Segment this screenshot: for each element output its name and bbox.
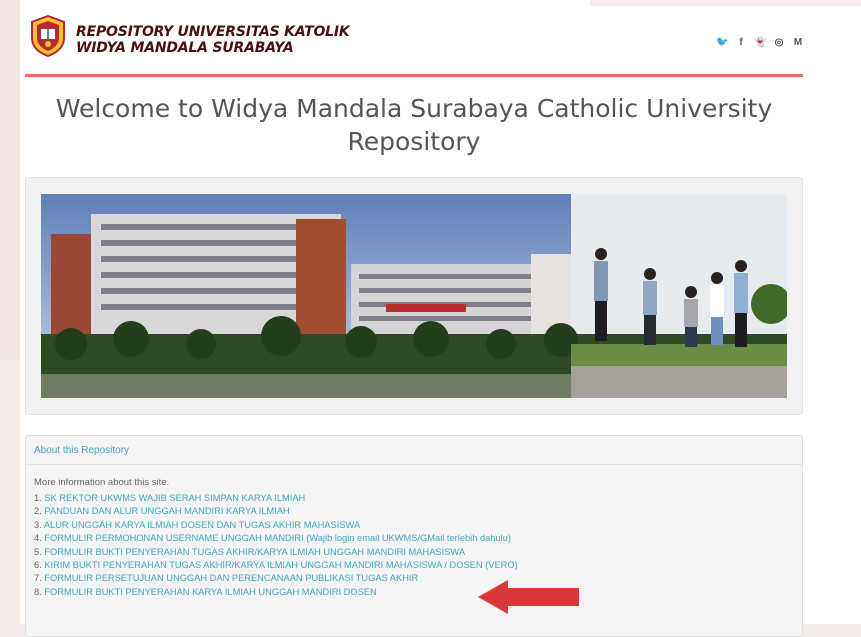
facebook-icon[interactable]: f	[735, 37, 747, 49]
list-item: 3. ALUR UNGGAH KARYA ILMIAH DOSEN DAN TU…	[34, 519, 518, 532]
twitter-icon[interactable]: 🐦	[716, 37, 728, 49]
background-panel	[0, 0, 20, 360]
link-formulir-bukti-dosen[interactable]: FORMULIR BUKTI PENYERAHAN KARYA ILMIAH U…	[44, 587, 376, 597]
about-title: About this Repository	[34, 445, 130, 456]
list-item: 5. FORMULIR BUKTI PENYERAHAN TUGAS AKHIR…	[34, 546, 518, 559]
snapchat-icon[interactable]: 👻	[754, 37, 766, 49]
header-divider	[25, 74, 803, 77]
about-intro: More information about this site.	[34, 477, 170, 488]
list-number: 1.	[34, 493, 42, 503]
list-number: 4.	[34, 533, 42, 544]
background-strip	[590, 0, 861, 6]
campus-banner-image	[41, 194, 787, 398]
link-formulir-bukti-mahasiswa[interactable]: FORMULIR BUKTI PENYERAHAN TUGAS AKHIR/KA…	[44, 547, 465, 557]
link-formulir-username[interactable]: FORMULIR PERMOHONAN USERNAME UNGGAH MAND…	[44, 533, 511, 543]
brand-line-1: REPOSITORY UNIVERSITAS KATOLIK	[76, 24, 350, 40]
site-brand[interactable]: REPOSITORY UNIVERSITAS KATOLIK WIDYA MAN…	[76, 24, 350, 56]
university-logo[interactable]	[28, 14, 68, 58]
list-number: 6.	[34, 560, 42, 571]
list-item: 7. FORMULIR PERSETUJUAN UNGGAH DAN PEREN…	[34, 572, 518, 585]
list-number: 5.	[34, 546, 42, 557]
link-panduan[interactable]: PANDUAN DAN ALUR UNGGAH MANDIRI KARYA IL…	[44, 506, 289, 516]
list-item: 6. KIRIM BUKTI PENYERAHAN TUGAS AKHIR/KA…	[34, 559, 518, 572]
list-item: 4. FORMULIR PERMOHONAN USERNAME UNGGAH M…	[34, 532, 518, 545]
link-formulir-persetujuan[interactable]: FORMULIR PERSETUJUAN UNGGAH DAN PERENCAN…	[44, 573, 418, 583]
link-sk-rektor[interactable]: SK REKTOR UKWMS WAJIB SERAH SIMPAN KARYA…	[44, 493, 305, 503]
page-title: Welcome to Widya Mandala Surabaya Cathol…	[25, 92, 803, 158]
pointer-arrow-icon	[478, 580, 579, 614]
instagram-icon[interactable]: ◎	[773, 37, 785, 49]
about-panel: About this Repository More information a…	[25, 435, 803, 637]
list-item: 1. SK REKTOR UKWMS WAJIB SERAH SIMPAN KA…	[34, 492, 518, 505]
list-number: 3.	[34, 519, 42, 530]
about-divider	[26, 464, 802, 465]
page-title-line-1: Welcome to Widya Mandala Surabaya Cathol…	[55, 94, 773, 123]
social-links: 🐦 f 👻 ◎ M	[716, 37, 804, 49]
list-number: 2.	[34, 506, 42, 517]
banner-panel	[25, 177, 803, 415]
link-alur-unggah[interactable]: ALUR UNGGAH KARYA ILMIAH DOSEN DAN TUGAS…	[44, 520, 360, 530]
list-item: 8. FORMULIR BUKTI PENYERAHAN KARYA ILMIA…	[34, 586, 518, 599]
medium-icon[interactable]: M	[792, 37, 804, 49]
list-item: 2. PANDUAN DAN ALUR UNGGAH MANDIRI KARYA…	[34, 505, 518, 518]
brand-line-2: WIDYA MANDALA SURABAYA	[76, 40, 294, 56]
page-title-line-2: Repository	[347, 127, 481, 156]
about-link-list: 1. SK REKTOR UKWMS WAJIB SERAH SIMPAN KA…	[34, 492, 518, 599]
list-number: 7.	[34, 573, 42, 584]
link-kirim-bukti[interactable]: KIRIM BUKTI PENYERAHAN TUGAS AKHIR/KARYA…	[44, 560, 517, 570]
site-header: REPOSITORY UNIVERSITAS KATOLIK WIDYA MAN…	[28, 14, 806, 64]
list-number: 8.	[34, 586, 42, 597]
